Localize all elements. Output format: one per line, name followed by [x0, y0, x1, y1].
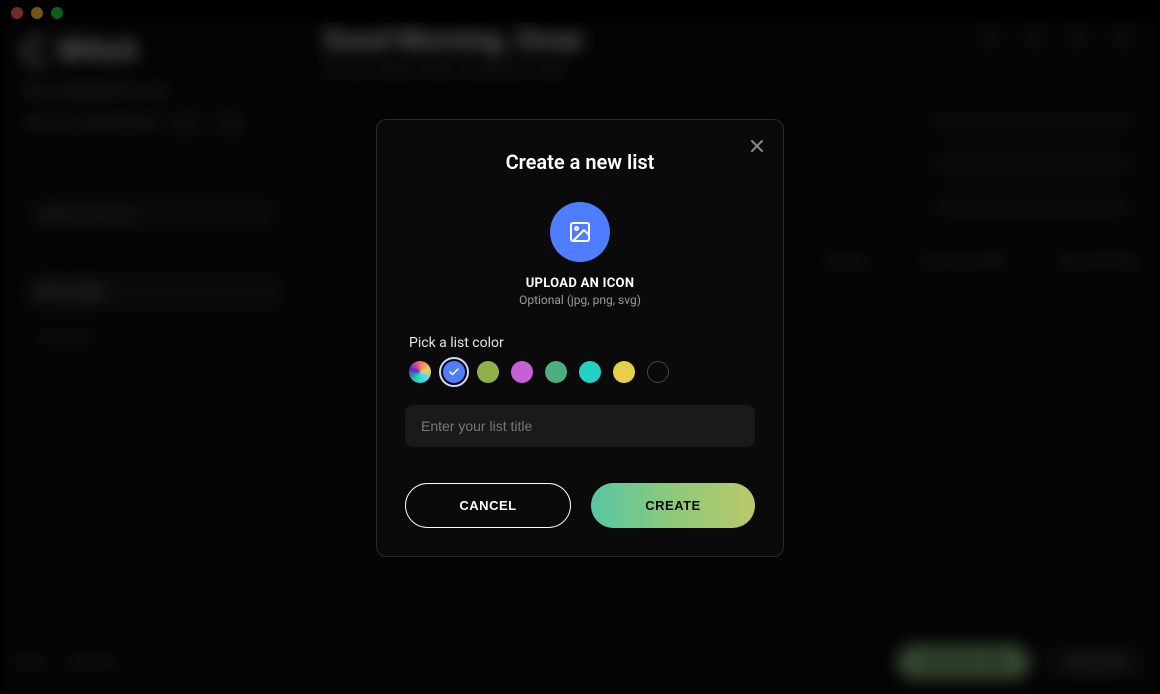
cancel-button[interactable]: CANCEL: [405, 483, 571, 528]
color-swatch-olive[interactable]: [477, 361, 499, 383]
color-swatch-green[interactable]: [545, 361, 567, 383]
color-swatch-yellow[interactable]: [613, 361, 635, 383]
list-title-input[interactable]: [405, 405, 755, 447]
pick-color-label: Pick a list color: [409, 335, 755, 351]
modal-title: Create a new list: [405, 150, 755, 174]
color-swatch-cyan[interactable]: [579, 361, 601, 383]
cancel-label: CANCEL: [459, 498, 516, 513]
color-swatch-magenta[interactable]: [511, 361, 533, 383]
modal-overlay: Create a new list UPLOAD AN ICON Optiona…: [3, 3, 1157, 691]
image-icon: [568, 220, 592, 244]
upload-subtitle: Optional (jpg, png, svg): [405, 293, 755, 307]
color-swatch-rainbow[interactable]: [409, 361, 431, 383]
upload-icon-button[interactable]: [550, 202, 610, 262]
check-icon: [448, 366, 460, 378]
create-label: CREATE: [645, 498, 700, 513]
create-list-modal: Create a new list UPLOAD AN ICON Optiona…: [376, 119, 784, 557]
color-swatch-row: [409, 361, 755, 383]
color-swatch-black[interactable]: [647, 361, 669, 383]
color-swatch-blue[interactable]: [443, 361, 465, 383]
create-button[interactable]: CREATE: [591, 483, 755, 528]
upload-title: UPLOAD AN ICON: [405, 276, 755, 291]
close-icon[interactable]: [745, 134, 769, 158]
